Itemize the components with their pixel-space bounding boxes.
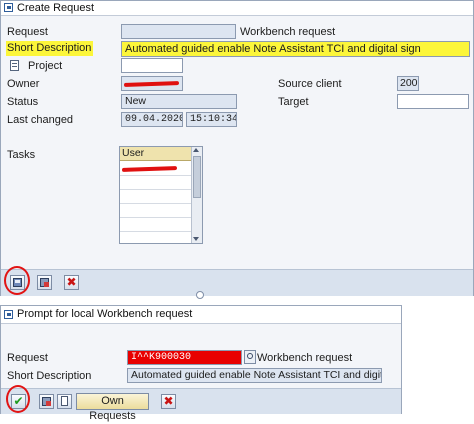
request-label: Request xyxy=(7,26,48,38)
scroll-up-arrow-icon[interactable] xyxy=(193,148,199,152)
last-changed-time: 15:10:34 xyxy=(186,112,237,127)
request-type-label: Workbench request xyxy=(240,26,336,38)
create-request-title: Create Request xyxy=(17,2,95,14)
own-requests-button[interactable]: Own Requests xyxy=(76,393,149,422)
project-icon[interactable] xyxy=(10,60,19,71)
prompt-short-description-label: Short Description xyxy=(7,370,92,382)
search-help-icon xyxy=(247,353,253,359)
save-local-icon xyxy=(40,278,49,287)
tasks-column-header[interactable]: User xyxy=(120,147,192,161)
tasks-scrollbar[interactable] xyxy=(191,147,202,243)
prompt-request-type-label: Workbench request xyxy=(257,352,353,364)
request-field xyxy=(121,24,236,39)
task-row[interactable] xyxy=(120,175,192,190)
create-request-toolbar: ✖ xyxy=(1,269,473,296)
search-help-button[interactable] xyxy=(244,350,256,364)
resize-handle[interactable] xyxy=(196,291,204,299)
create-request-titlebar: Create Request xyxy=(1,1,473,16)
last-changed-date: 09.04.2020 xyxy=(121,112,183,127)
prompt-request-input[interactable]: I^^K900030 xyxy=(127,350,242,365)
prompt-request-title: Prompt for local Workbench request xyxy=(17,308,193,320)
create-request-dialog: Create Request Request Workbench request… xyxy=(0,0,474,296)
prompt-request-toolbar: ✔ Own Requests ✖ xyxy=(1,388,401,422)
status-label: Status xyxy=(7,96,39,108)
new-document-icon xyxy=(61,396,68,406)
project-label: Project xyxy=(28,60,63,72)
short-description-input[interactable]: Automated guided enable Note Assistant T… xyxy=(121,41,470,57)
prompt-request-dialog: Prompt for local Workbench request Reque… xyxy=(0,305,402,422)
target-label: Target xyxy=(278,96,309,108)
redaction-scribble xyxy=(121,166,178,172)
source-client-field: 200 xyxy=(397,76,419,91)
owner-field xyxy=(121,76,183,91)
cancel-icon: ✖ xyxy=(66,275,77,289)
annotation-circle xyxy=(4,266,30,295)
task-row[interactable] xyxy=(120,217,192,232)
project-input[interactable] xyxy=(121,58,183,73)
save-local-button[interactable] xyxy=(39,394,54,409)
cancel-button[interactable]: ✖ xyxy=(161,394,176,409)
scroll-thumb[interactable] xyxy=(193,156,201,198)
window-icon xyxy=(4,3,13,12)
status-field: New xyxy=(121,94,237,109)
annotation-circle xyxy=(6,385,30,413)
tasks-label: Tasks xyxy=(7,149,36,161)
prompt-request-titlebar: Prompt for local Workbench request xyxy=(1,306,401,324)
task-row[interactable] xyxy=(120,161,192,176)
redaction-scribble xyxy=(123,81,180,87)
save-local-icon xyxy=(42,397,51,406)
scroll-down-arrow-icon[interactable] xyxy=(193,237,199,241)
last-changed-label: Last changed xyxy=(7,114,74,126)
task-row[interactable] xyxy=(120,203,192,218)
window-icon xyxy=(4,310,13,319)
cancel-icon: ✖ xyxy=(163,394,174,408)
prompt-request-label: Request xyxy=(7,352,48,364)
task-row[interactable] xyxy=(120,189,192,204)
source-client-label: Source client xyxy=(278,78,342,90)
short-description-label: Short Description xyxy=(6,41,94,56)
new-document-button[interactable] xyxy=(57,394,72,409)
prompt-short-description-field: Automated guided enable Note Assistant T… xyxy=(127,368,382,383)
save-local-button[interactable] xyxy=(37,275,52,290)
tasks-table[interactable]: User xyxy=(119,146,203,244)
owner-label: Owner xyxy=(7,78,40,90)
cancel-button[interactable]: ✖ xyxy=(64,275,79,290)
target-input[interactable] xyxy=(397,94,469,109)
